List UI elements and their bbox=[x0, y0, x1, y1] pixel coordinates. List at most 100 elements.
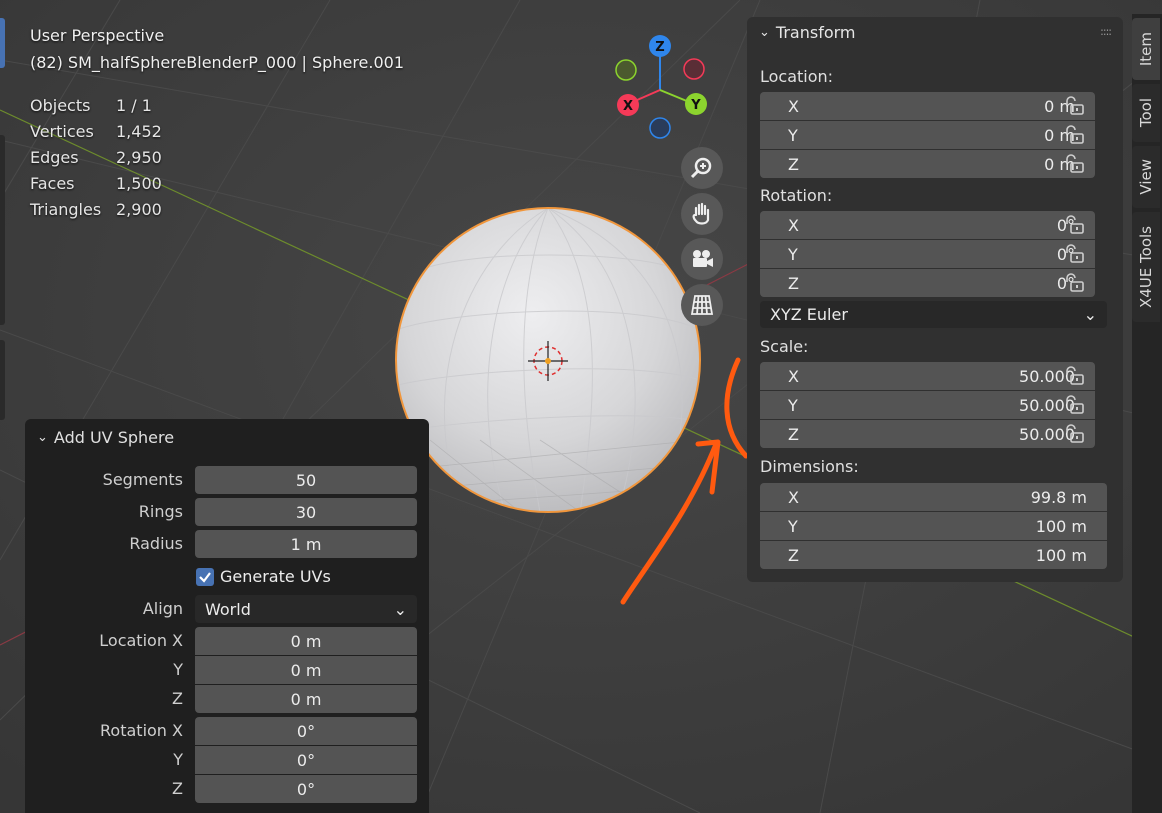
perspective-toggle-button[interactable] bbox=[681, 284, 723, 326]
rotation-z-field[interactable]: Z 0° bbox=[760, 269, 1095, 297]
axis-label: X bbox=[788, 366, 799, 386]
rotation-label: Rotation: bbox=[760, 186, 833, 205]
chevron-down-icon: ⌄ bbox=[37, 430, 48, 445]
radius-label: Radius bbox=[129, 534, 183, 553]
align-value: World bbox=[205, 599, 251, 619]
tab-x4ue-tools[interactable]: X4UE Tools bbox=[1132, 212, 1160, 322]
lock-rotation-y-icon[interactable] bbox=[1063, 243, 1085, 265]
field-value: 0° bbox=[296, 721, 316, 741]
toolbar-strip[interactable] bbox=[0, 340, 5, 420]
rotation-y-field[interactable]: Y 0° bbox=[760, 240, 1095, 268]
scale-z-field[interactable]: Z 50.000 bbox=[760, 420, 1095, 448]
scale-y-field[interactable]: Y 50.000 bbox=[760, 391, 1095, 419]
toolbar-strip[interactable] bbox=[0, 135, 5, 325]
toolbar-active-tool[interactable] bbox=[0, 18, 5, 68]
location-x-field[interactable]: X0 m bbox=[760, 92, 1095, 120]
field-value: 100 m bbox=[1035, 516, 1087, 536]
align-label: Align bbox=[142, 599, 183, 618]
zoom-button[interactable] bbox=[681, 147, 723, 189]
segments-field[interactable]: 50 bbox=[195, 466, 417, 494]
tab-item[interactable]: Item bbox=[1132, 18, 1160, 80]
stat-label: Edges bbox=[30, 148, 79, 167]
generate-uvs-checkbox[interactable]: Generate UVs bbox=[196, 567, 331, 586]
dimensions-y-field[interactable]: Y 100 m bbox=[760, 512, 1107, 540]
checkmark-icon bbox=[196, 567, 214, 586]
camera-icon bbox=[693, 250, 713, 267]
gizmo-z-label: Z bbox=[655, 40, 664, 55]
gizmo-neg-y[interactable] bbox=[615, 59, 637, 81]
op-rotation-y-field[interactable]: 0° bbox=[195, 746, 417, 774]
rotation-z-label: Z bbox=[172, 779, 183, 798]
chevron-down-icon: ⌄ bbox=[1083, 305, 1097, 324]
lock-location-z-icon[interactable] bbox=[1063, 153, 1085, 175]
transform-header[interactable]: ⌄ Transform bbox=[759, 23, 856, 42]
op-location-x-field[interactable]: 0 m bbox=[195, 627, 417, 655]
lock-scale-z-icon[interactable] bbox=[1063, 423, 1085, 445]
axis-label: Y bbox=[788, 244, 798, 264]
location-z-label: Z bbox=[172, 689, 183, 708]
location-z-field[interactable]: Z0 m bbox=[760, 150, 1095, 178]
tab-label: Tool bbox=[1137, 98, 1155, 128]
stat-value: 2,950 bbox=[116, 148, 162, 167]
pan-button[interactable] bbox=[681, 193, 723, 235]
rotation-x-label: Rotation X bbox=[100, 721, 183, 740]
tab-view[interactable]: View bbox=[1132, 146, 1160, 208]
tab-label: View bbox=[1137, 159, 1155, 195]
operator-header[interactable]: ⌄ Add UV Sphere bbox=[37, 428, 174, 447]
stat-edges: Edges 2,950 bbox=[30, 145, 162, 171]
field-value: 0 m bbox=[290, 631, 322, 651]
chevron-down-icon: ⌄ bbox=[759, 25, 770, 40]
gizmo-neg-x[interactable] bbox=[683, 58, 705, 80]
view-name: User Perspective bbox=[30, 26, 165, 45]
lock-scale-x-icon[interactable] bbox=[1063, 365, 1085, 387]
drag-handle-icon[interactable]: :::: bbox=[1100, 25, 1112, 38]
lock-rotation-z-icon[interactable] bbox=[1063, 272, 1085, 294]
gizmo-neg-z[interactable] bbox=[649, 117, 671, 139]
lock-location-y-icon[interactable] bbox=[1063, 124, 1085, 146]
rotation-x-field[interactable]: X 0° bbox=[760, 211, 1095, 239]
stat-triangles: Triangles 2,900 bbox=[30, 197, 162, 223]
transform-panel: ⌄ Transform :::: Location: X0 m Y0 m Z0 … bbox=[747, 17, 1123, 582]
radius-field[interactable]: 1 m bbox=[195, 530, 417, 558]
stat-objects: Objects 1 / 1 bbox=[30, 93, 162, 119]
tab-label: X4UE Tools bbox=[1137, 226, 1155, 308]
lock-location-x-icon[interactable] bbox=[1063, 95, 1085, 117]
stat-value: 1,452 bbox=[116, 122, 162, 141]
axis-label: Y bbox=[788, 395, 798, 415]
pan-hand-icon bbox=[692, 202, 710, 225]
op-location-y-field[interactable]: 0 m bbox=[195, 656, 417, 684]
field-value: 0° bbox=[296, 779, 316, 799]
tab-tool[interactable]: Tool bbox=[1132, 84, 1160, 142]
add-uv-sphere-panel: ⌄ Add UV Sphere Segments 50 Rings 30 Rad… bbox=[25, 419, 429, 813]
field-value: 0 m bbox=[290, 689, 322, 709]
dimensions-x-field[interactable]: X 99.8 m bbox=[760, 483, 1107, 511]
field-value: 50 bbox=[295, 470, 317, 490]
stat-label: Faces bbox=[30, 174, 75, 193]
rotation-mode-dropdown[interactable]: XYZ Euler ⌄ bbox=[760, 301, 1107, 328]
axis-label: X bbox=[788, 487, 799, 507]
lock-scale-y-icon[interactable] bbox=[1063, 394, 1085, 416]
stat-faces: Faces 1,500 bbox=[30, 171, 162, 197]
stat-value: 2,900 bbox=[116, 200, 162, 219]
field-value: 30 bbox=[295, 502, 317, 522]
rings-field[interactable]: 30 bbox=[195, 498, 417, 526]
scale-label: Scale: bbox=[760, 337, 809, 356]
dimensions-z-field[interactable]: Z 100 m bbox=[760, 541, 1107, 569]
axis-label: Z bbox=[788, 424, 799, 444]
navigation-gizmo[interactable]: Z X Y bbox=[608, 30, 720, 142]
op-rotation-x-field[interactable]: 0° bbox=[195, 717, 417, 745]
op-rotation-z-field[interactable]: 0° bbox=[195, 775, 417, 803]
lock-rotation-x-icon[interactable] bbox=[1063, 214, 1085, 236]
location-y-field[interactable]: Y0 m bbox=[760, 121, 1095, 149]
camera-view-button[interactable] bbox=[681, 238, 723, 280]
op-location-z-field[interactable]: 0 m bbox=[195, 685, 417, 713]
axis-label: X bbox=[788, 96, 799, 116]
scene-statistics: Objects 1 / 1 Vertices 1,452 Edges 2,950 Fa… bbox=[30, 93, 162, 223]
scale-x-field[interactable]: X 50.000 bbox=[760, 362, 1095, 390]
operator-title: Add UV Sphere bbox=[53, 428, 175, 447]
rotation-mode-value: XYZ Euler bbox=[770, 305, 848, 324]
location-x-label: Location X bbox=[99, 631, 183, 650]
axis-label: Z bbox=[788, 273, 799, 293]
align-dropdown[interactable]: World ⌄ bbox=[195, 595, 417, 623]
gizmo-y-label: Y bbox=[690, 98, 701, 113]
